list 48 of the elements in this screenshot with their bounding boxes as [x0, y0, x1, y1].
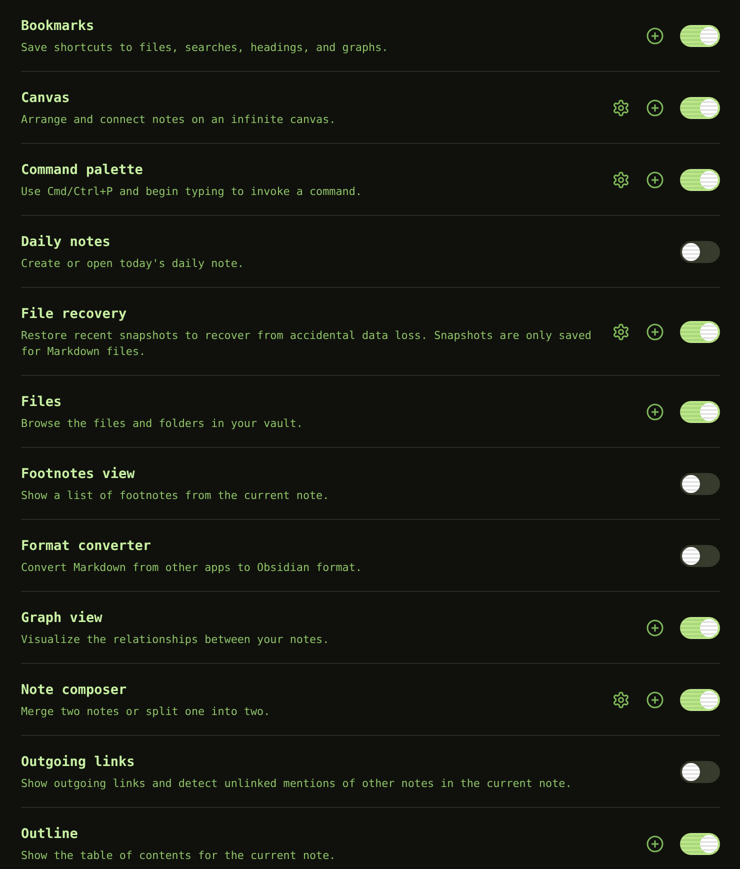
settings-icon[interactable]	[612, 691, 630, 709]
toggle-switch[interactable]	[680, 833, 720, 855]
plugin-description: Arrange and connect notes on an infinite canvas.	[21, 112, 337, 128]
plugin-description: Show a list of footnotes from the current note.	[21, 488, 330, 504]
plugin-name: Graph view	[21, 609, 104, 628]
plugin-name: Bookmarks	[21, 17, 96, 36]
add-hotkey-icon[interactable]	[646, 691, 664, 709]
plugin-description: Visualize the relationships between your notes.	[21, 632, 330, 648]
plugin-name: Format converter	[21, 537, 152, 556]
add-hotkey-icon[interactable]	[646, 99, 664, 117]
toggle-switch[interactable]	[680, 25, 720, 47]
plugin-description: Merge two notes or split one into two.	[21, 704, 272, 720]
plugin-description: Create or open today's daily note.	[21, 256, 245, 272]
plugin-name: Outline	[21, 825, 79, 844]
toggle-switch[interactable]	[680, 401, 720, 423]
toggle-switch[interactable]	[680, 689, 720, 711]
plugin-description: Save shortcuts to files, searches, headings, and graphs.	[21, 40, 390, 56]
add-hotkey-icon[interactable]	[646, 323, 664, 341]
add-hotkey-icon[interactable]	[646, 27, 664, 45]
toggle-switch[interactable]	[680, 321, 720, 343]
toggle-switch[interactable]	[680, 241, 720, 263]
plugin-description: Show the table of contents for the current note.	[21, 848, 337, 864]
plugin-name: Command palette	[21, 161, 144, 180]
add-hotkey-icon[interactable]	[646, 835, 664, 853]
toggle-switch[interactable]	[680, 545, 720, 567]
toggle-switch[interactable]	[680, 761, 720, 783]
plugin-name: File recovery	[21, 305, 128, 324]
plugin-name: Footnotes view	[21, 465, 136, 484]
plugin-name: Note composer	[21, 681, 128, 700]
toggle-switch[interactable]	[680, 617, 720, 639]
toggle-switch[interactable]	[680, 169, 720, 191]
plugin-name: Daily notes	[21, 233, 112, 252]
settings-icon[interactable]	[612, 171, 630, 189]
plugin-description: Use Cmd/Ctrl+P and begin typing to invoke a command.	[21, 184, 363, 200]
plugin-description: Convert Markdown from other apps to Obsidian format.	[21, 560, 363, 576]
plugin-name: Files	[21, 393, 63, 412]
plugin-description: Browse the files and folders in your vault.	[21, 416, 304, 432]
toggle-switch[interactable]	[680, 97, 720, 119]
plugin-name: Canvas	[21, 89, 71, 108]
add-hotkey-icon[interactable]	[646, 171, 664, 189]
toggle-switch[interactable]	[680, 473, 720, 495]
plugin-description: Show outgoing links and detect unlinked mentions of other notes in the current note.	[21, 776, 573, 792]
add-hotkey-icon[interactable]	[646, 619, 664, 637]
plugin-name: Outgoing links	[21, 753, 136, 772]
add-hotkey-icon[interactable]	[646, 403, 664, 421]
settings-icon[interactable]	[612, 99, 630, 117]
settings-icon[interactable]	[612, 323, 630, 341]
plugin-description: Restore recent snapshots to recover from accidental data loss. Snapshots are only saved for Markdown files.	[21, 328, 592, 360]
